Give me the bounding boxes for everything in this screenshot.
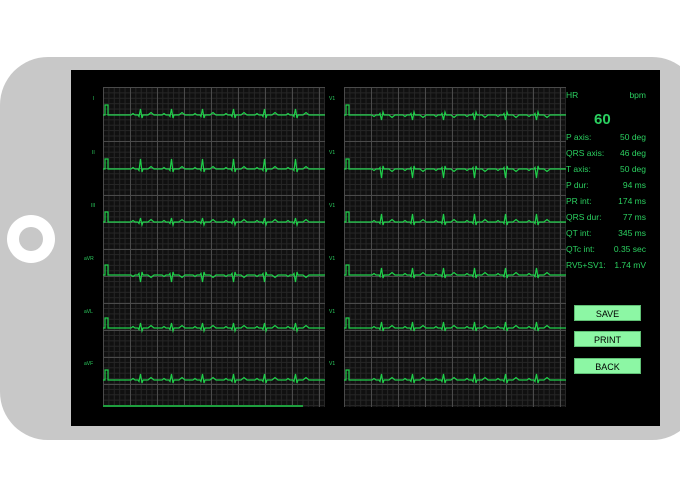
lead-label-avl: aVL bbox=[84, 309, 93, 315]
home-button[interactable] bbox=[7, 215, 55, 263]
back-button[interactable]: BACK bbox=[574, 358, 641, 374]
p-dur-value: 94 ms bbox=[622, 180, 646, 190]
p-axis-value: 50 deg bbox=[620, 132, 646, 142]
ecg-trace-chest-3 bbox=[344, 211, 566, 226]
lead-label-v1-row5: V1 bbox=[329, 309, 336, 315]
hr-label: HR bbox=[566, 90, 579, 100]
lead-label-ii: II bbox=[92, 150, 95, 156]
ecg-trace-chest-1 bbox=[344, 104, 566, 121]
qrs-dur-row: QRS dur: 77 ms bbox=[566, 212, 656, 224]
qt-int-label: QT int: bbox=[566, 228, 592, 238]
qtc-int-row: QTc int: 0.35 sec bbox=[566, 244, 656, 256]
rv5-sv1-row: RV5+SV1: 1.74 mV bbox=[566, 260, 656, 272]
print-button[interactable]: PRINT bbox=[574, 331, 641, 347]
ecg-trace-chest-5 bbox=[344, 317, 566, 332]
t-axis-label: T axis: bbox=[566, 164, 591, 174]
lead-label-avr: aVR bbox=[84, 256, 94, 262]
qtc-int-value: 0.35 sec bbox=[613, 244, 646, 254]
pr-int-label: PR int: bbox=[566, 196, 592, 206]
p-axis-row: P axis: 50 deg bbox=[566, 132, 656, 144]
t-axis-value: 50 deg bbox=[620, 164, 646, 174]
lead-label-i: I bbox=[93, 96, 95, 102]
save-button[interactable]: SAVE bbox=[574, 305, 641, 321]
ecg-trace-chest-6 bbox=[344, 369, 566, 384]
qrs-dur-label: QRS dur: bbox=[566, 212, 602, 222]
rv5-sv1-label: RV5+SV1: bbox=[566, 260, 606, 270]
ecg-trace-limb-5 bbox=[103, 317, 325, 334]
lead-label-v1-row4: V1 bbox=[329, 256, 336, 262]
hr-unit: bpm bbox=[629, 90, 646, 100]
lead-label-v1-row6: V1 bbox=[329, 361, 336, 367]
ecg-trace-chest-4 bbox=[344, 264, 566, 279]
ecg-trace-limb-2 bbox=[103, 158, 325, 173]
t-axis-row: T axis: 50 deg bbox=[566, 164, 656, 176]
qt-int-row: QT int: 345 ms bbox=[566, 228, 656, 240]
ecg-screen: I II III aVR aVL aVF V1 V1 V1 V1 V1 V1 H… bbox=[71, 70, 660, 426]
ecg-trace-limb-4 bbox=[103, 264, 325, 283]
ecg-trace-limb-6 bbox=[103, 369, 325, 384]
rv5-sv1-value: 1.74 mV bbox=[614, 260, 646, 270]
lead-label-v1-row1: V1 bbox=[329, 96, 336, 102]
ecg-trace-limb-3 bbox=[103, 211, 325, 228]
p-axis-label: P axis: bbox=[566, 132, 592, 142]
ecg-trace-chest-2 bbox=[344, 158, 566, 179]
qtc-int-label: QTc int: bbox=[566, 244, 595, 254]
hr-row: HR bpm bbox=[566, 90, 656, 102]
p-dur-label: P dur: bbox=[566, 180, 589, 190]
pr-int-row: PR int: 174 ms bbox=[566, 196, 656, 208]
qrs-axis-label: QRS axis: bbox=[566, 148, 605, 158]
pr-int-value: 174 ms bbox=[618, 196, 646, 206]
lead-label-iii: III bbox=[91, 203, 96, 209]
heart-rate-value: 60 bbox=[594, 111, 611, 128]
qrs-dur-value: 77 ms bbox=[622, 212, 646, 222]
lead-label-avf: aVF bbox=[84, 361, 94, 367]
lead-label-v1-row2: V1 bbox=[329, 150, 336, 156]
lead-label-v1-row3: V1 bbox=[329, 203, 336, 209]
p-dur-row: P dur: 94 ms bbox=[566, 180, 656, 192]
qrs-axis-value: 46 deg bbox=[620, 148, 646, 158]
ecg-trace-limb-1 bbox=[103, 104, 325, 119]
qt-int-value: 345 ms bbox=[618, 228, 646, 238]
qrs-axis-row: QRS axis: 46 deg bbox=[566, 148, 656, 160]
